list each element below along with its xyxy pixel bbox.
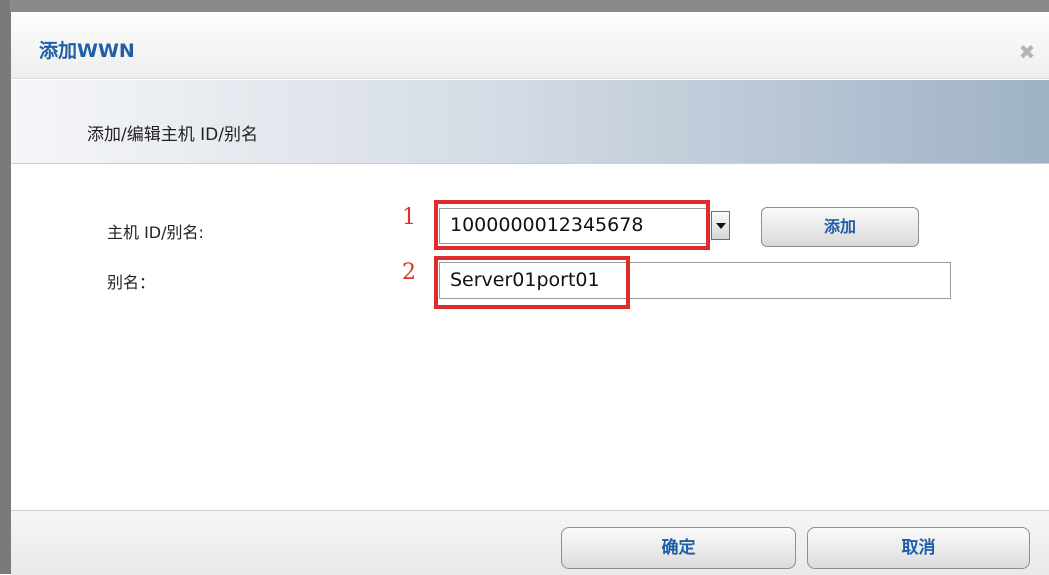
subheader-title: 添加/编辑主机 ID/别名	[87, 125, 258, 145]
dialog-footer: 确定 取消	[11, 510, 1049, 575]
ok-button[interactable]: 确定	[561, 527, 796, 569]
add-button[interactable]: 添加	[761, 207, 919, 247]
highlight-box-alias	[434, 256, 630, 309]
dialog-title: 添加WWN	[39, 40, 135, 62]
dialog-subheader: 添加/编辑主机 ID/别名	[11, 80, 1049, 164]
add-wwn-dialog: 添加WWN ✖ 添加/编辑主机 ID/别名 主机 ID/别名: 1 100000…	[10, 12, 1049, 575]
annotation-marker-2: 2	[402, 260, 416, 285]
close-icon[interactable]: ✖	[1017, 42, 1037, 62]
backdrop-left-strip	[0, 0, 10, 574]
backdrop-top-strip	[0, 0, 1049, 12]
highlight-box-host-id	[434, 200, 710, 250]
alias-label: 别名：	[107, 273, 156, 292]
host-id-label: 主机 ID/别名:	[107, 223, 204, 242]
chevron-down-icon[interactable]	[711, 211, 730, 240]
annotation-marker-1: 1	[402, 205, 416, 230]
dialog-titlebar: 添加WWN ✖	[11, 12, 1049, 79]
cancel-button[interactable]: 取消	[807, 527, 1030, 569]
